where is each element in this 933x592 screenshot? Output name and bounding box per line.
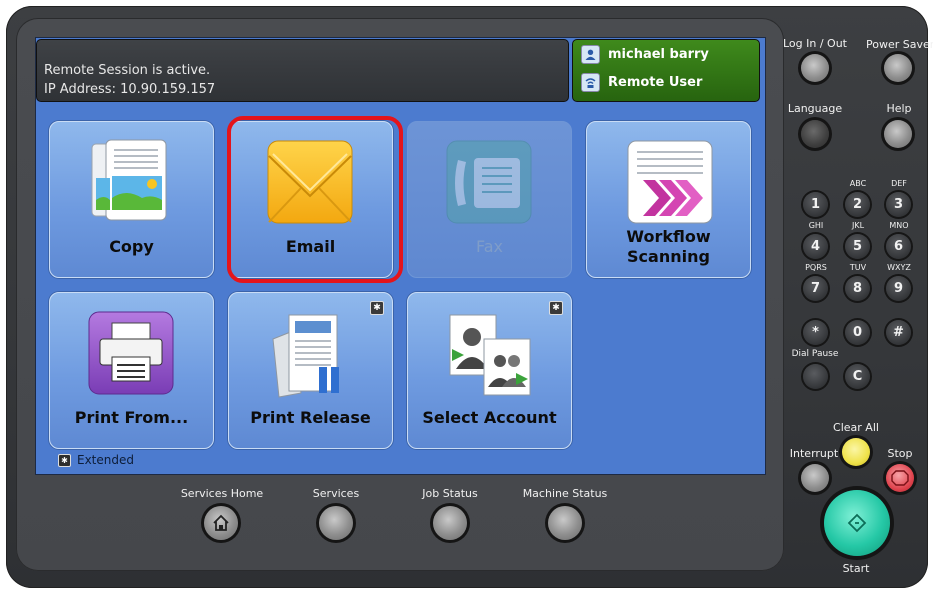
- key-6[interactable]: 6: [886, 234, 911, 259]
- clear-all-button[interactable]: [842, 438, 870, 466]
- home-icon: [213, 514, 229, 531]
- machine-status-label: Machine Status: [522, 487, 608, 500]
- job-status-label: Job Status: [422, 487, 478, 500]
- selection-highlight: [227, 116, 403, 283]
- key-8[interactable]: 8: [845, 276, 870, 301]
- extended-badge: ✱: [370, 301, 384, 315]
- workflow-scanning-icon: [627, 140, 713, 224]
- workflow-scanning-label-line2: Scanning: [627, 247, 710, 266]
- key-4[interactable]: 4: [803, 234, 828, 259]
- select-account-icon: [449, 314, 531, 396]
- help-button[interactable]: [884, 120, 912, 148]
- services-home-button[interactable]: [204, 506, 238, 540]
- key-5[interactable]: 5: [845, 234, 870, 259]
- extended-icon: ✱: [58, 453, 71, 467]
- user-name: michael barry: [608, 46, 709, 62]
- ip-address-text: IP Address: 10.90.159.157: [44, 82, 216, 97]
- fax-label: Fax: [475, 237, 503, 256]
- user-icon: [581, 44, 600, 64]
- services-button[interactable]: [319, 506, 353, 540]
- stop-button[interactable]: [886, 464, 914, 492]
- workflow-scanning-label-line1: Workflow: [626, 227, 711, 246]
- workflow-scanning-tile[interactable]: Workflow Scanning: [586, 121, 751, 278]
- print-release-tile[interactable]: ✱ Print Release: [228, 292, 393, 449]
- key-0[interactable]: 0: [845, 320, 870, 345]
- remote-connection-icon: [581, 72, 600, 92]
- key-2[interactable]: 2: [845, 192, 870, 217]
- key-6-letters: MNO: [889, 221, 909, 230]
- fax-tile[interactable]: Fax: [407, 121, 572, 278]
- interrupt-button[interactable]: [801, 464, 829, 492]
- key-9-letters: WXYZ: [887, 263, 911, 272]
- extended-label: Extended: [77, 453, 134, 467]
- key-5-letters: JKL: [851, 221, 865, 230]
- clear-all-label: Clear All: [833, 421, 879, 434]
- dial-pause-button[interactable]: [803, 364, 828, 389]
- power-saver-button[interactable]: [884, 54, 912, 82]
- key-7-letters: PQRS: [805, 263, 827, 272]
- user-role-row: Remote User: [581, 71, 702, 93]
- help-label: Help: [886, 102, 912, 115]
- copy-tile[interactable]: Copy: [49, 121, 214, 278]
- print-from-tile[interactable]: Print From...: [49, 292, 214, 449]
- key-8-letters: TUV: [849, 263, 867, 272]
- key-4-letters: GHI: [808, 221, 824, 230]
- copy-label: Copy: [109, 237, 154, 256]
- job-status-button[interactable]: [433, 506, 467, 540]
- session-status-text: Remote Session is active.: [44, 63, 211, 78]
- key-clear[interactable]: C: [845, 364, 870, 389]
- services-label: Services: [312, 487, 360, 500]
- language-button[interactable]: [801, 120, 829, 148]
- key-3-letters: DEF: [891, 179, 907, 188]
- services-home-label: Services Home: [180, 487, 264, 500]
- stop-icon: [891, 470, 909, 486]
- key-star[interactable]: *: [803, 320, 828, 345]
- language-label: Language: [787, 102, 843, 115]
- power-saver-label: Power Saver: [866, 38, 933, 51]
- print-release-icon: [272, 314, 339, 398]
- extended-badge: ✱: [549, 301, 563, 315]
- printer-icon: [88, 311, 174, 395]
- interrupt-label: Interrupt: [789, 447, 839, 460]
- user-name-row: michael barry: [581, 43, 709, 65]
- dial-pause-label: Dial Pause: [791, 349, 839, 359]
- select-account-label: Select Account: [422, 408, 557, 427]
- key-7[interactable]: 7: [803, 276, 828, 301]
- key-3[interactable]: 3: [886, 192, 911, 217]
- key-2-letters: ABC: [849, 179, 867, 188]
- log-in-out-label: Log In / Out: [782, 37, 847, 50]
- key-9[interactable]: 9: [886, 276, 911, 301]
- log-in-out-button[interactable]: [801, 54, 829, 82]
- key-hash[interactable]: #: [886, 320, 911, 345]
- session-status-bar: Remote Session is active. IP Address: 10…: [36, 39, 569, 102]
- print-from-label: Print From...: [74, 408, 189, 427]
- user-role: Remote User: [608, 74, 703, 90]
- start-button[interactable]: [824, 490, 890, 556]
- user-info-box[interactable]: michael barry Remote User: [572, 39, 760, 102]
- stop-label: Stop: [887, 447, 913, 460]
- start-label: Start: [842, 562, 870, 575]
- key-1[interactable]: 1: [803, 192, 828, 217]
- select-account-tile[interactable]: ✱ Select Account: [407, 292, 572, 449]
- machine-status-button[interactable]: [548, 506, 582, 540]
- fax-icon: [446, 140, 532, 224]
- print-release-label: Print Release: [250, 408, 371, 427]
- extended-legend: ✱ Extended: [58, 453, 134, 467]
- copy-icon: [91, 139, 167, 221]
- start-icon: [847, 513, 867, 533]
